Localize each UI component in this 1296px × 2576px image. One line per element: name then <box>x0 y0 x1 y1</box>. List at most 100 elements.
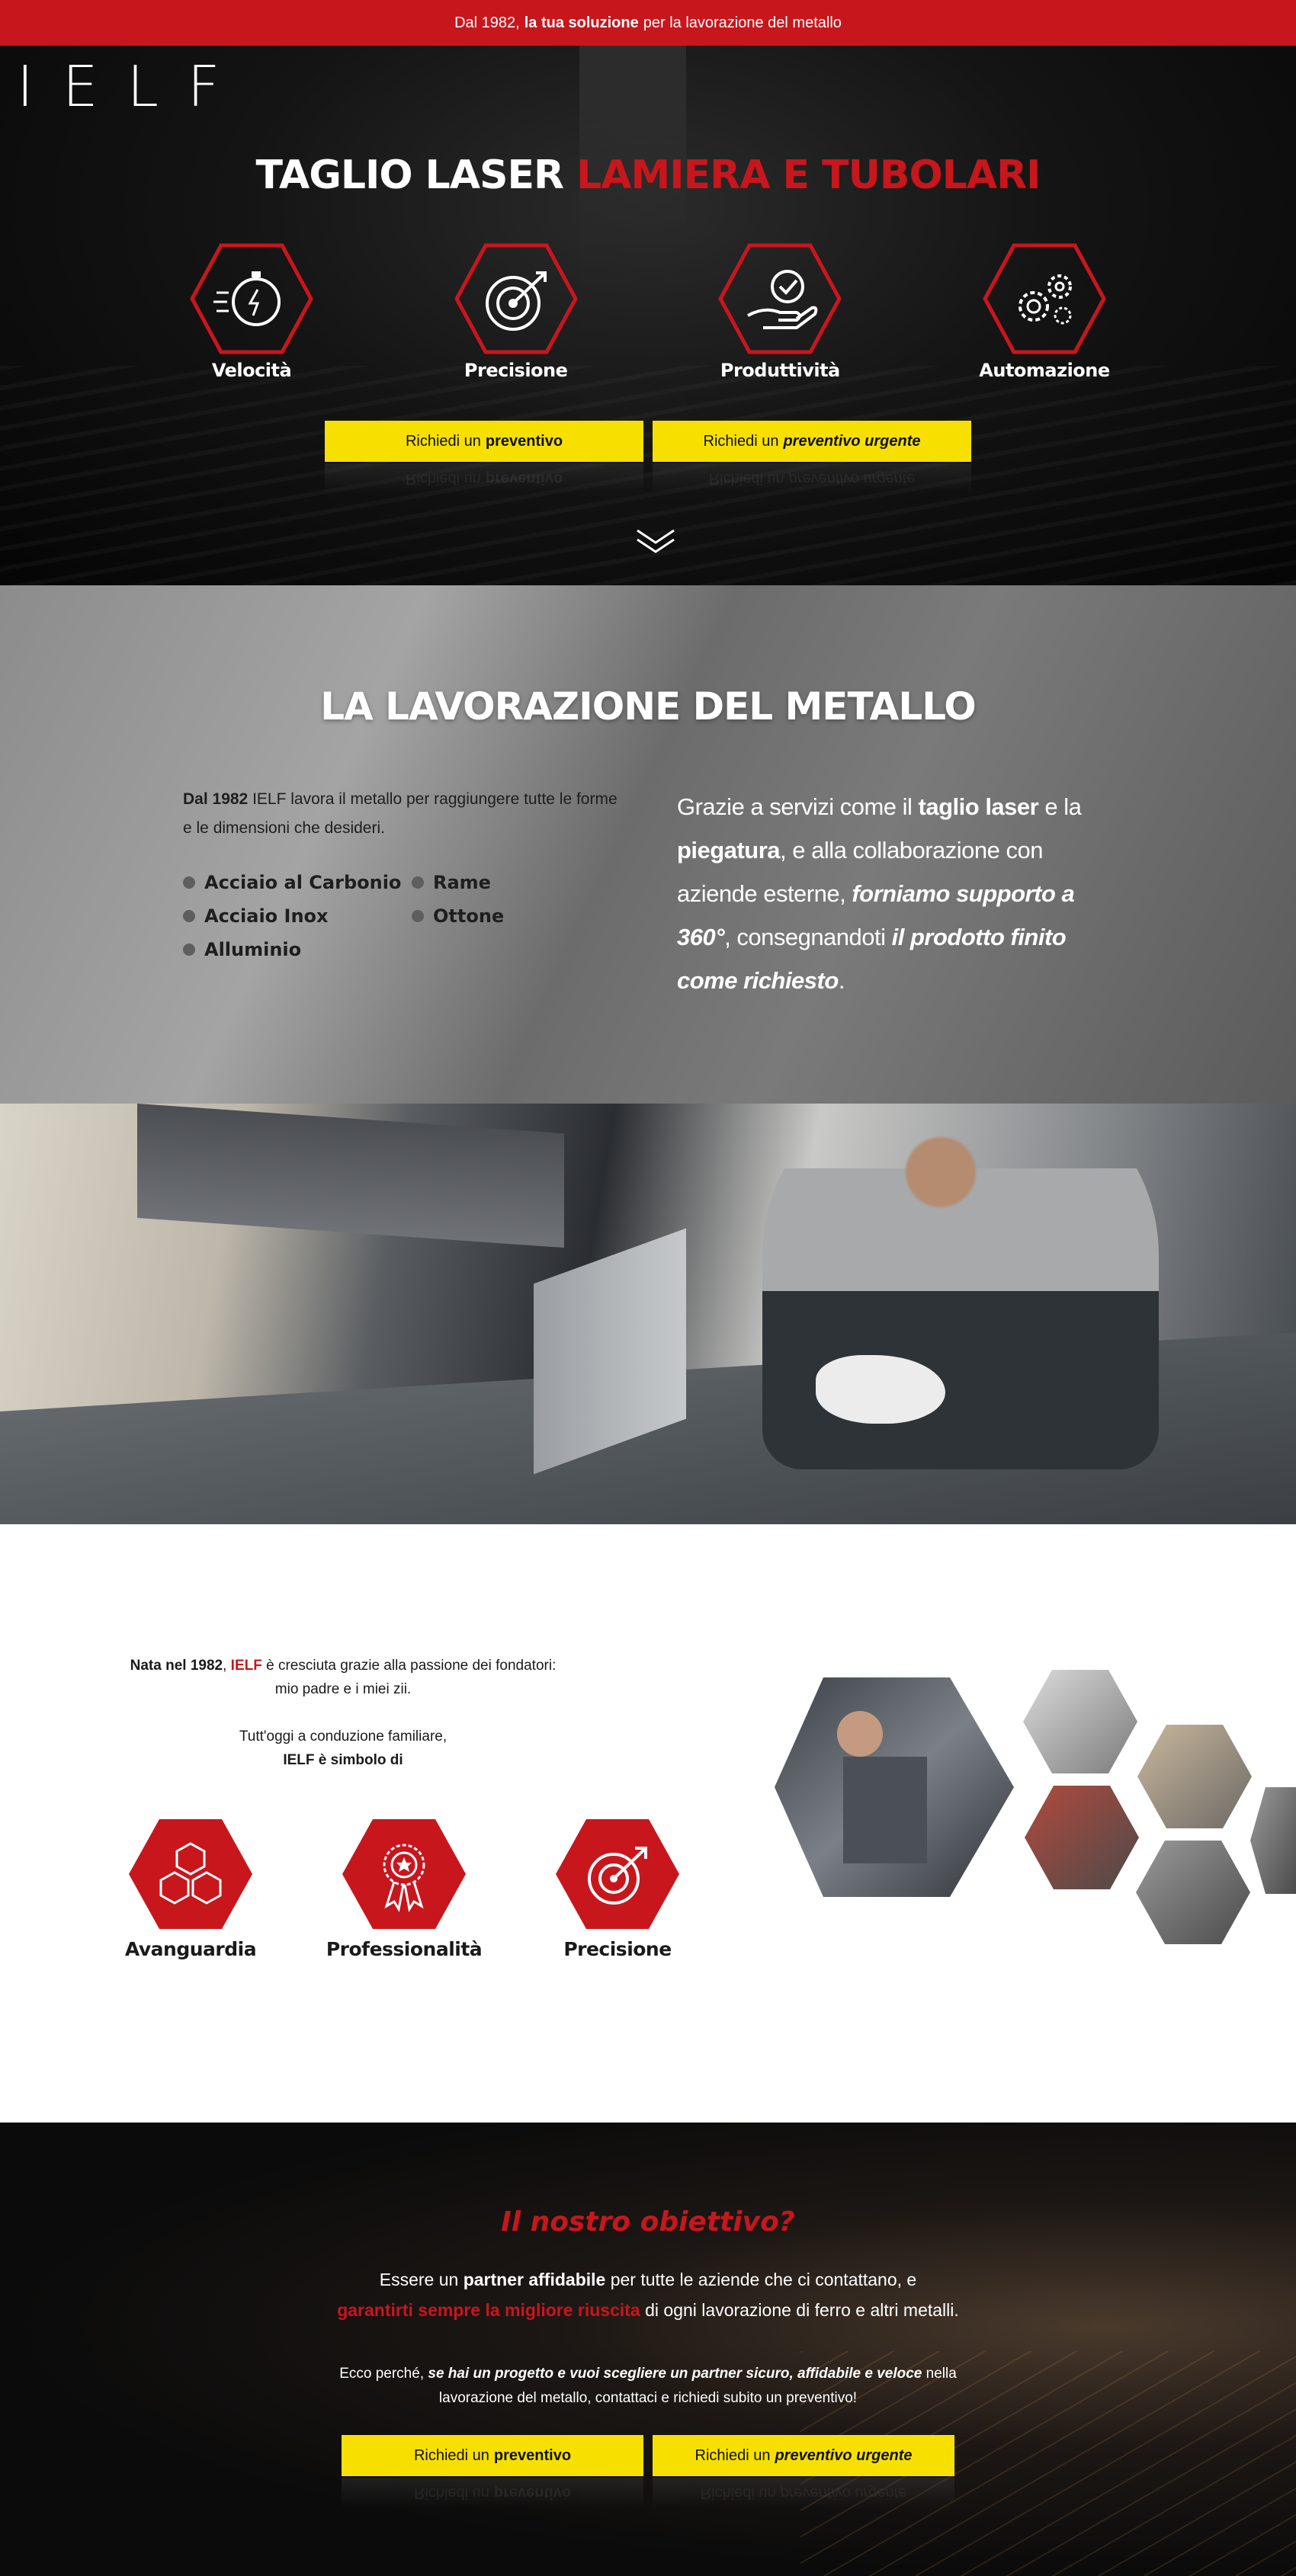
value-avanguardia: Avanguardia <box>122 1818 259 1960</box>
button-label-bold: preventivo urgente <box>775 2446 913 2464</box>
text-fragment: di ogni lavorazione di ferro e altri met… <box>645 2300 959 2320</box>
reflection-pre: Richiedi un <box>700 2485 776 2502</box>
button-label-bold: preventivo <box>485 432 563 450</box>
gears-icon <box>983 243 1106 354</box>
bullet-icon <box>183 944 195 956</box>
objective-title: Il nostro obiettivo? <box>501 2206 795 2238</box>
feature-label: Produttività <box>720 360 840 381</box>
feature-precision: Precisione <box>440 242 592 381</box>
materials-list: Acciaio al Carbonio Rame Acciaio Inox Ot… <box>183 867 541 965</box>
gallery-photo-edge <box>1250 1787 1296 1894</box>
material-label: Acciaio Inox <box>204 905 329 927</box>
about-line: IELF è simbolo di <box>122 1748 564 1772</box>
gallery-photo-team <box>1137 1725 1252 1828</box>
metal-services-text: Grazie a servizi come il taglio laser e … <box>677 785 1104 1002</box>
objective-cta-text: Ecco perché, se hai un progetto e vuoi s… <box>305 2362 991 2411</box>
reflection-bold: preventivo urgente <box>780 2485 907 2502</box>
metal-intro: Dal 1982 IELF lavora il metallo per ragg… <box>183 785 625 843</box>
reflection-bold: preventivo urgente <box>788 470 916 488</box>
about-rest: è cresciuta grazie alla passione dei fon… <box>266 1658 557 1674</box>
about-bold: Nata nel 1982 <box>130 1658 223 1674</box>
text-highlight: garantirti sempre la migliore riuscita <box>337 2300 640 2320</box>
gallery-photo-plate <box>1136 1841 1250 1944</box>
metal-processing-section: LA LAVORAZIONE DEL METALLO Dal 1982 IELF… <box>0 585 1296 1104</box>
hero-section: IELF TAGLIO LASER LAMIERA E TUBOLARI Vel… <box>0 46 1296 585</box>
feature-label: Automazione <box>979 360 1110 381</box>
button-label-bold: preventivo <box>493 2446 572 2464</box>
gallery-photo-face <box>837 1711 883 1757</box>
about-comma: , <box>223 1658 227 1674</box>
request-quote-button[interactable]: Richiedi un preventivo <box>342 2435 643 2476</box>
bullet-icon <box>183 876 195 889</box>
about-line: Nata nel 1982, IELF è cresciuta grazie a… <box>122 1654 564 1677</box>
button-label-pre: Richiedi un <box>405 432 481 450</box>
stopwatch-icon <box>190 243 313 354</box>
hero-title-white: TAGLIO LASER <box>255 152 565 198</box>
button-reflection: Richiedi un preventivo <box>325 463 643 494</box>
target-icon <box>454 243 578 354</box>
material-label: Ottone <box>433 905 505 927</box>
value-label: Avanguardia <box>124 1938 257 1960</box>
material-item: Rame <box>412 867 541 898</box>
about-brand: IELF <box>230 1658 262 1674</box>
about-section: Nata nel 1982, IELF è cresciuta grazie a… <box>0 1524 1296 2123</box>
material-label: Acciaio al Carbonio <box>204 872 402 893</box>
target-arrow-icon <box>556 1819 679 1929</box>
button-reflection: Richiedi un preventivo urgente <box>653 463 971 494</box>
objective-text: Essere un partner affidabile per tutte l… <box>267 2264 1029 2325</box>
material-item: Acciaio al Carbonio <box>183 867 412 898</box>
site-logo[interactable]: IELF <box>17 56 249 117</box>
hero-title: TAGLIO LASER LAMIERA E TUBOLARI <box>0 152 1296 198</box>
press-brake-image <box>137 1104 564 1248</box>
button-reflection: Richiedi un preventivo urgente <box>653 2478 954 2508</box>
text-fragment: Ecco perché, <box>339 2366 425 2382</box>
reflection-bold: preventivo <box>493 2485 572 2502</box>
text-fragment: per tutte le aziende che ci contattano, … <box>610 2270 917 2289</box>
value-precisione: Precisione <box>549 1818 686 1960</box>
bullet-icon <box>183 910 195 922</box>
feature-label: Velocità <box>211 360 292 381</box>
hero-title-red: LAMIERA E TUBOLARI <box>576 152 1041 198</box>
about-line: mio padre e i miei zii. <box>274 1681 412 1697</box>
material-item: Acciaio Inox <box>183 901 412 931</box>
request-urgent-quote-button[interactable]: Richiedi un preventivo urgente <box>653 2435 954 2476</box>
gallery-photo-torso <box>843 1757 927 1863</box>
announcement-pre: Dal 1982, <box>454 14 520 31</box>
reflection-pre: Richiedi un <box>405 470 481 488</box>
material-item: Ottone <box>412 901 541 931</box>
objective-section: Il nostro obiettivo? Essere un partner a… <box>0 2123 1296 2576</box>
metal-intro-bold: Dal 1982 <box>183 790 249 808</box>
feature-speed: Velocità <box>175 242 328 381</box>
feature-automation: Automazione <box>968 242 1121 381</box>
metal-intro-rest: IELF lavora il metallo per raggiungere t… <box>183 790 618 837</box>
announcement-highlight: la tua soluzione <box>524 14 639 31</box>
feature-label: Precisione <box>464 360 568 381</box>
award-ribbon-icon <box>342 1819 466 1929</box>
gallery-photo-parts <box>1025 1786 1139 1889</box>
button-label-bold: preventivo urgente <box>783 432 921 450</box>
button-label-pre: Richiedi un <box>695 2446 771 2464</box>
about-text: Nata nel 1982, IELF è cresciuta grazie a… <box>122 1654 564 1772</box>
value-professionalita: Professionalità <box>326 1818 483 1960</box>
reflection-pre: Richiedi un <box>413 2485 489 2502</box>
announcement-post: per la lavorazione del metallo <box>643 14 842 31</box>
gallery-photo-factory <box>1023 1670 1137 1773</box>
hand-check-icon <box>718 243 842 354</box>
announcement-bar: Dal 1982, la tua soluzione per la lavora… <box>0 0 1296 46</box>
text-fragment: . <box>838 967 845 994</box>
feature-list: Velocità Precisione Produttività Automaz… <box>175 242 1121 381</box>
feature-productivity: Produttività <box>704 242 856 381</box>
text-bold: piegatura <box>677 837 781 863</box>
request-urgent-quote-button[interactable]: Richiedi un preventivo urgente <box>653 421 971 462</box>
material-item: Alluminio <box>183 934 412 965</box>
worker-image <box>762 1104 1159 1469</box>
request-quote-button[interactable]: Richiedi un preventivo <box>325 421 643 462</box>
scroll-down-chevron-icon[interactable] <box>634 527 677 553</box>
reflection-pre: Richiedi un <box>708 470 784 488</box>
button-label-pre: Richiedi un <box>413 2446 489 2464</box>
about-bold: IELF è simbolo di <box>283 1752 403 1768</box>
text-bold: taglio laser <box>918 793 1039 820</box>
button-reflection: Richiedi un preventivo <box>342 2478 643 2508</box>
material-label: Rame <box>433 872 491 893</box>
text-bold-italic: se hai un progetto e vuoi scegliere un p… <box>428 2366 922 2382</box>
